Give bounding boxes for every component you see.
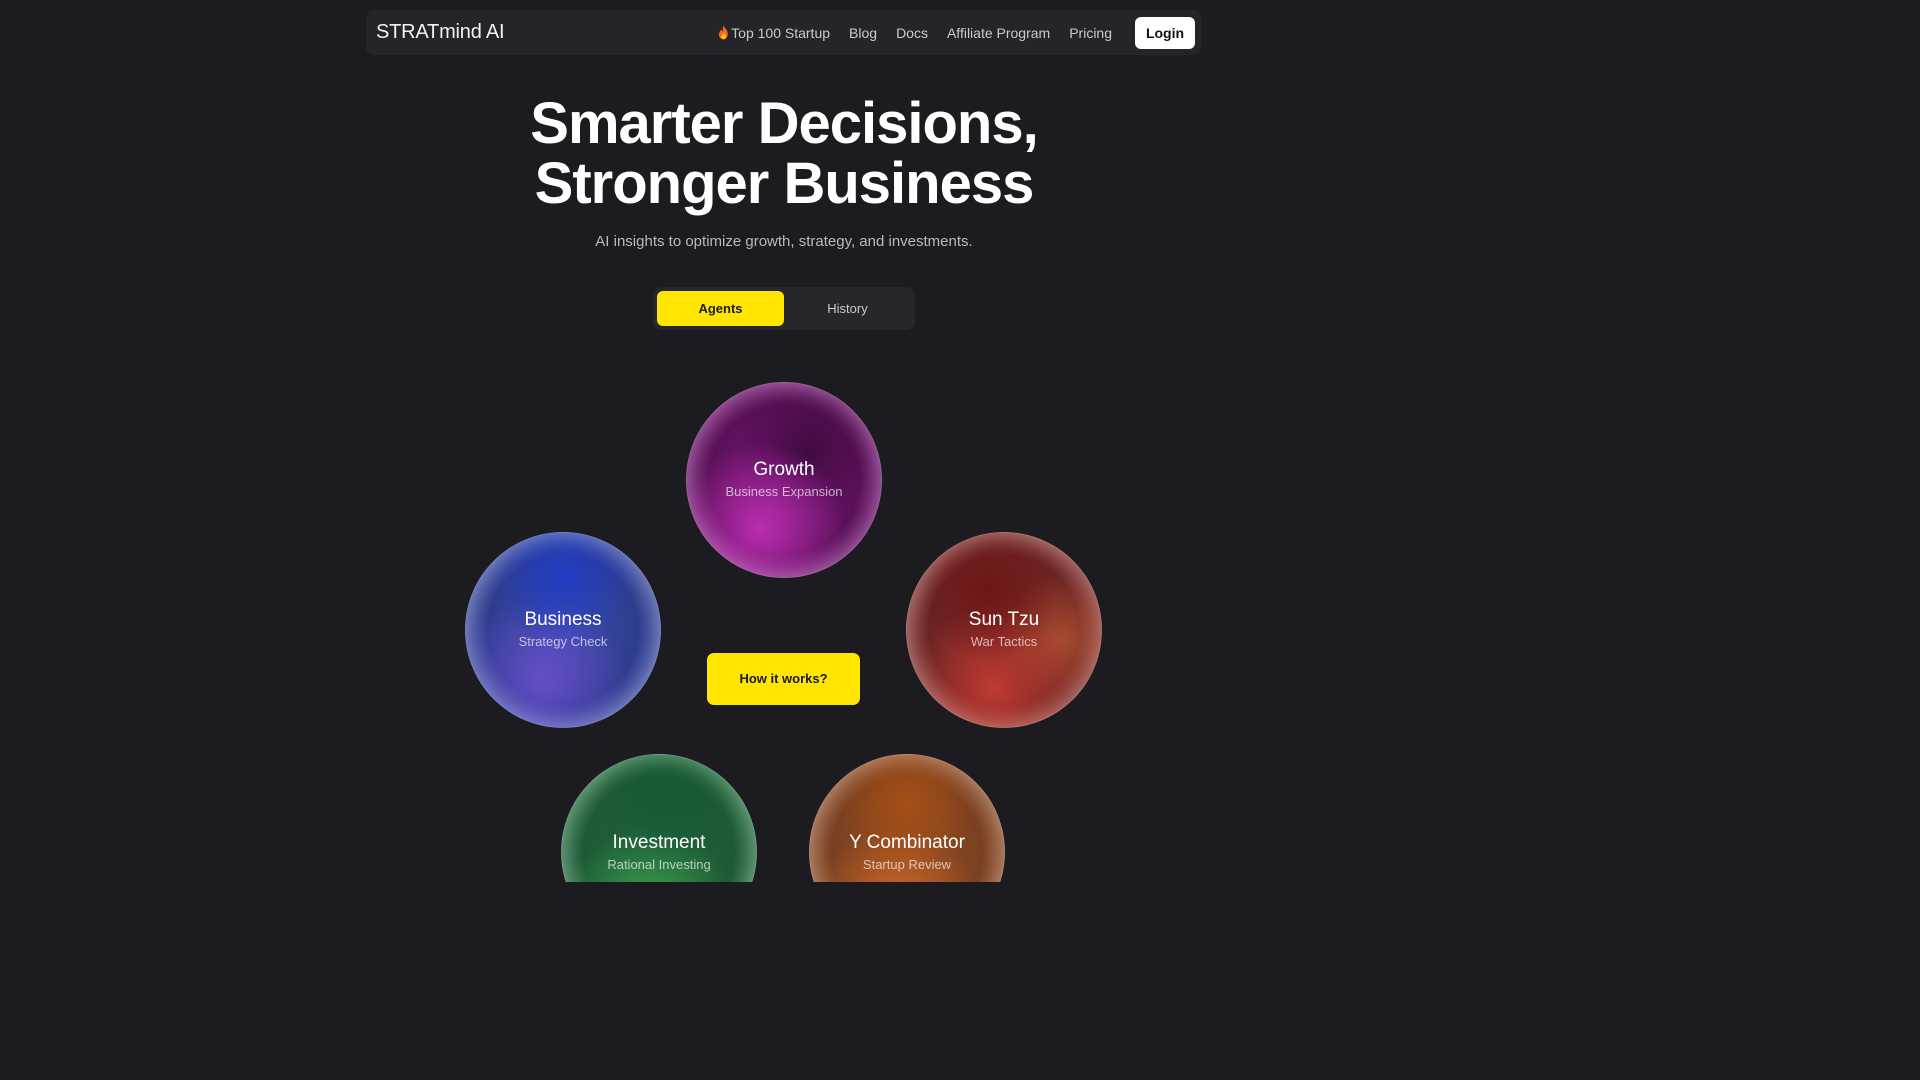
agent-title: Investment <box>612 832 706 853</box>
nav-link-affiliate-program[interactable]: Affiliate Program <box>947 25 1050 41</box>
agent-subtitle: Rational Investing <box>607 857 711 872</box>
agent-orb-sun-tzu[interactable]: Sun Tzu War Tactics <box>906 532 1102 728</box>
agent-subtitle: War Tactics <box>970 634 1038 649</box>
nav-links: Top 100 Startup Blog Docs Affiliate Prog… <box>717 10 1112 55</box>
agent-title: Y Combinator <box>849 832 965 853</box>
nav-link-blog[interactable]: Blog <box>849 25 877 41</box>
agent-title: Business <box>524 609 602 630</box>
hero-title-line-1: Smarter Decisions, <box>530 91 1038 156</box>
hero-subtitle: AI insights to optimize growth, strategy… <box>595 233 973 250</box>
nav-link-pricing[interactable]: Pricing <box>1069 25 1112 41</box>
tab-agents[interactable]: Agents <box>657 291 784 326</box>
nav-link-docs[interactable]: Docs <box>896 25 928 41</box>
agent-subtitle: Strategy Check <box>518 634 608 649</box>
agent-orb-business[interactable]: Business Strategy Check <box>465 532 661 728</box>
hero-title: Smarter Decisions, Stronger Business <box>0 94 1568 214</box>
agent-orb-growth[interactable]: Growth Business Expansion <box>686 382 882 578</box>
hero-title-line-2: Stronger Business <box>534 151 1035 216</box>
brand-logo[interactable]: STRATmind AI <box>376 10 505 55</box>
agent-title: Growth <box>753 459 815 480</box>
nav-link-top-100-startup[interactable]: Top 100 Startup <box>717 25 830 41</box>
agent-title: Sun Tzu <box>968 609 1040 630</box>
agent-subtitle: Startup Review <box>862 857 952 872</box>
view-tabs: Agents History <box>653 287 915 330</box>
agent-subtitle: Business Expansion <box>725 484 843 499</box>
how-it-works-button[interactable]: How it works? <box>707 653 860 705</box>
fire-icon <box>719 25 728 39</box>
nav-link-label: Top 100 Startup <box>731 24 831 41</box>
page: STRATmind AI Top 100 Startup Blog Docs A… <box>0 0 1568 882</box>
tab-history[interactable]: History <box>784 291 911 326</box>
agent-orb-investment[interactable]: Investment Rational Investing <box>561 754 757 882</box>
login-button[interactable]: Login <box>1135 17 1195 49</box>
agent-orb-y-combinator[interactable]: Y Combinator Startup Review <box>809 754 1005 882</box>
top-navbar: STRATmind AI Top 100 Startup Blog Docs A… <box>366 10 1201 55</box>
